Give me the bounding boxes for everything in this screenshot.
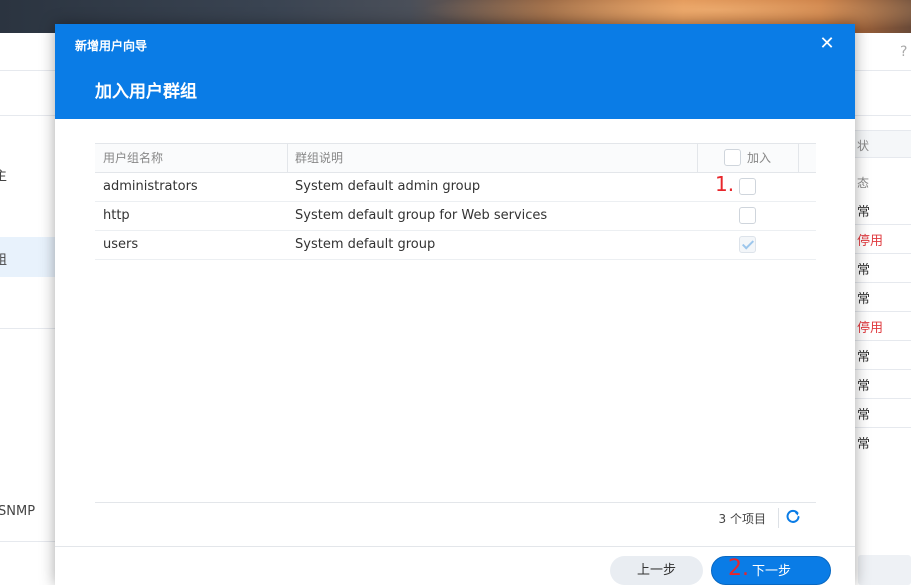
toolbar-separator (778, 508, 779, 528)
column-header-group-name[interactable]: 用户组名称 (103, 144, 163, 172)
wizard-title: 新增用户向导 (75, 39, 148, 53)
bg-row-divider (855, 369, 911, 370)
bg-sidebar-item[interactable]: 主 (0, 165, 7, 184)
table-row[interactable]: administrators System default admin grou… (95, 172, 816, 202)
join-checkbox[interactable] (739, 178, 756, 195)
column-header-description[interactable]: 群组说明 (295, 144, 343, 172)
bg-status-cell: 常 (857, 263, 871, 278)
bg-row-divider (855, 311, 911, 312)
group-grid: 用户组名称 群组说明 加入 administrators System defa… (95, 143, 816, 260)
next-button-label: 下一步 (752, 564, 792, 579)
bg-status-cell: 常 (857, 379, 871, 394)
grid-header: 用户组名称 群组说明 加入 (95, 143, 816, 173)
group-name: http (103, 208, 130, 223)
refresh-icon[interactable] (784, 508, 802, 526)
bg-row-divider (855, 224, 911, 225)
close-icon[interactable]: ✕ (817, 34, 837, 54)
bg-row-divider (855, 282, 911, 283)
column-separator (798, 144, 799, 172)
bg-divider (0, 328, 60, 329)
bg-status-cell: 常 (857, 292, 871, 307)
bg-row-divider (855, 398, 911, 399)
step-title: 加入用户群组 (95, 82, 197, 102)
bg-status-cell: 常 (857, 408, 871, 423)
bg-column-title: 态 (857, 176, 870, 190)
group-name: users (103, 237, 139, 252)
column-separator (697, 144, 698, 172)
bg-status-cell: 常 (857, 437, 871, 452)
group-description: System default admin group (295, 179, 481, 194)
dialog-footer: 上一步 2. 下一步 (55, 546, 855, 585)
group-description: System default group (295, 237, 436, 252)
help-icon[interactable]: ? (900, 44, 907, 60)
dialog-header: 新增用户向导 ✕ 加入用户群组 (55, 24, 855, 119)
join-checkbox[interactable] (739, 207, 756, 224)
select-all-checkbox[interactable] (724, 149, 741, 166)
bg-status-cell: 停用 (857, 234, 884, 249)
add-user-wizard-dialog: 新增用户向导 ✕ 加入用户群组 用户组名称 群组说明 加入 administra… (55, 24, 855, 585)
group-description: System default group for Web services (295, 208, 548, 223)
bg-row-divider (855, 253, 911, 254)
annotation-step-2: 2. (728, 556, 749, 581)
bg-status-cell: 常 (857, 350, 871, 365)
bg-footer-button[interactable] (858, 555, 911, 585)
bg-column-header: 状 (857, 139, 870, 153)
bg-divider (0, 541, 60, 542)
table-row[interactable]: http System default group for Web servic… (95, 202, 816, 231)
table-row[interactable]: users System default group (95, 231, 816, 260)
grid-pagination-bar: 3 个项目 (95, 502, 816, 532)
bg-sidebar-item[interactable]: 组 (0, 249, 7, 268)
column-header-join[interactable]: 加入 (747, 144, 771, 172)
next-button[interactable]: 2. 下一步 (711, 556, 831, 585)
bg-row-divider (855, 427, 911, 428)
bg-status-cell: 常 (857, 205, 871, 220)
group-name: administrators (103, 179, 198, 194)
bg-sidebar-active-item (0, 237, 60, 277)
annotation-step-1: 1. (715, 172, 735, 196)
bg-status-cell: 停用 (857, 321, 884, 336)
bg-sidebar-item-snmp[interactable]: SNMP (0, 504, 35, 519)
bg-row-divider (855, 340, 911, 341)
previous-button[interactable]: 上一步 (610, 556, 703, 585)
join-checkbox[interactable] (739, 236, 756, 253)
column-separator (287, 144, 288, 172)
item-count: 3 个项目 (718, 512, 766, 526)
